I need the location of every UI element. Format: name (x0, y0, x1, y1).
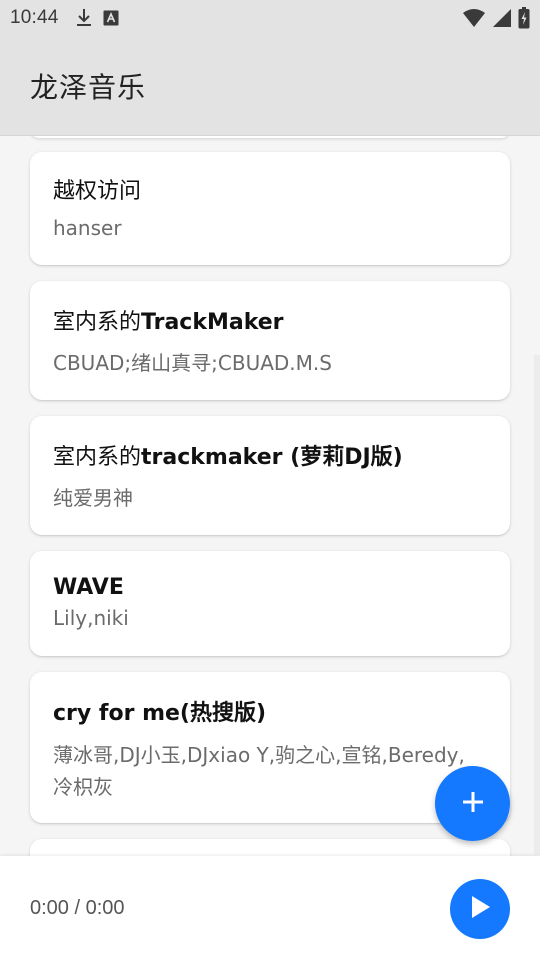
song-card[interactable]: 室内系的trackmaker (萝莉DJ版) 纯爱男神 (30, 416, 510, 535)
player-bar: 0:00 / 0:00 (0, 856, 540, 960)
song-card[interactable]: WAVE Lily,niki (30, 551, 510, 656)
song-title: 越权访问 (53, 179, 142, 204)
song-artist-line: 薄冰哥,DJ小玉,DJxiao Y,驹之心,宣铭,Beredy, (53, 743, 465, 767)
play-button[interactable] (450, 879, 510, 939)
status-time: 10:44 (10, 7, 59, 28)
song-title: cry for me(热搜版) (53, 701, 267, 726)
cell-signal-icon (492, 8, 512, 28)
download-icon (75, 8, 93, 28)
song-title: 室内系的trackmaker (萝莉DJ版) (53, 445, 403, 470)
song-artist: CBUAD;绪山真寻;CBUAD.M.S (53, 351, 332, 375)
wifi-icon (462, 8, 486, 28)
add-button[interactable] (435, 766, 510, 841)
song-artist: 纯爱男神 (53, 486, 133, 510)
app-title: 龙泽音乐 (30, 70, 147, 104)
song-card[interactable]: 室内系的TrackMaker CBUAD;绪山真寻;CBUAD.M.S (30, 281, 510, 400)
status-left-icons (75, 8, 119, 28)
song-list[interactable]: 越权访问 hanser 室内系的TrackMaker CBUAD;绪山真寻;CB… (0, 136, 540, 856)
status-bar: 10:44 (0, 0, 540, 36)
song-card-partial[interactable] (30, 136, 510, 138)
playback-time: 0:00 / 0:00 (30, 896, 125, 919)
app-bar: 龙泽音乐 (0, 36, 540, 136)
screen: 10:44 龙泽音乐 越权访问 hanser 室内系的TrackMaker CB… (0, 0, 540, 960)
song-card-partial[interactable] (30, 839, 510, 856)
scroll-track (534, 355, 540, 855)
song-artist: hanser (53, 216, 122, 240)
status-right-icons (462, 7, 530, 29)
plus-icon (462, 791, 484, 817)
song-artist: 薄冰哥,DJ小玉,DJxiao Y,驹之心,宣铭,Beredy, 冷枳灰 (53, 739, 487, 803)
song-title: 室内系的TrackMaker (53, 310, 284, 335)
song-title: WAVE (53, 575, 124, 600)
song-card[interactable]: 越权访问 hanser (30, 152, 510, 265)
play-icon (469, 895, 491, 923)
app-notification-icon (103, 10, 119, 26)
song-artist-line: 冷枳灰 (53, 775, 113, 799)
battery-icon (518, 7, 530, 29)
song-artist: Lily,niki (53, 606, 129, 630)
